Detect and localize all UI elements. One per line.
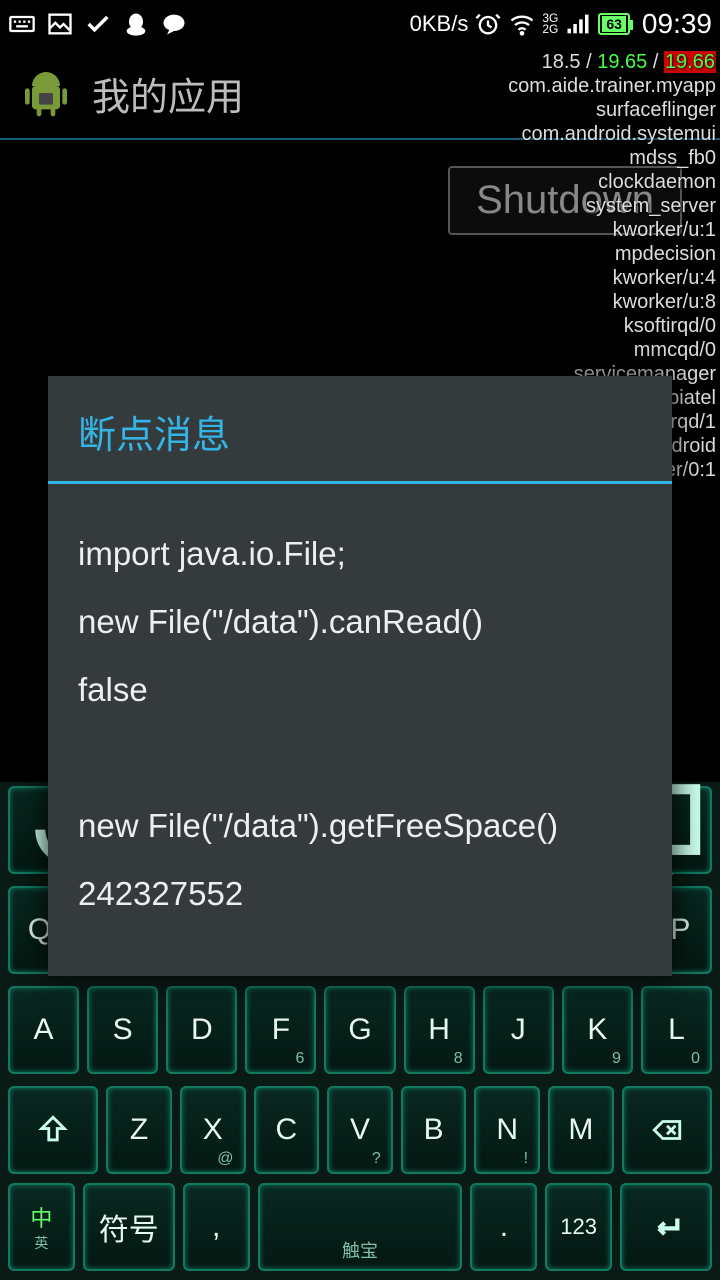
kb-num-key[interactable]: 123	[545, 1183, 612, 1271]
qq-icon	[122, 10, 150, 38]
proc-item: mmcqd/0	[508, 338, 716, 362]
kb-key-x[interactable]: X@	[180, 1086, 246, 1174]
proc-item: system_server	[508, 194, 716, 218]
dialog-line: new File("/data").canRead()	[78, 600, 642, 644]
app-title: 我的应用	[92, 66, 244, 121]
status-left	[8, 10, 188, 38]
kb-backspace-key[interactable]	[622, 1086, 712, 1174]
kb-key-v[interactable]: V?	[327, 1086, 393, 1174]
alarm-icon	[474, 10, 502, 38]
kb-key-l[interactable]: L0	[641, 986, 712, 1074]
kb-row-2: ASDF6GH8JK9L0	[0, 980, 720, 1080]
proc-item: com.aide.trainer.myapp	[508, 74, 716, 98]
dialog-line: new File("/data").getFreeSpace()	[78, 804, 642, 848]
dialog-title: 断点消息	[48, 376, 672, 481]
kb-comma-key[interactable]: ,	[183, 1183, 250, 1271]
android-icon	[18, 65, 74, 121]
proc-item: clockdaemon	[508, 170, 716, 194]
check-icon	[84, 10, 112, 38]
kb-row-3: ZX@CV?BN!M	[0, 1080, 720, 1180]
kb-key-b[interactable]: B	[401, 1086, 467, 1174]
kb-key-f[interactable]: F6	[245, 986, 316, 1074]
proc-item: kworker/u:8	[508, 290, 716, 314]
kb-key-a[interactable]: A	[8, 986, 79, 1074]
dialog-line: 242327552	[78, 872, 642, 916]
dialog-line: false	[78, 668, 642, 712]
network-label: 3G 2G	[542, 13, 558, 35]
kb-lang-key[interactable]: 中英	[8, 1183, 75, 1271]
kb-symbol-key[interactable]: 符号	[83, 1183, 175, 1271]
status-bar: 0KB/s 3G 2G 63 09:39	[0, 0, 720, 48]
kb-enter-key[interactable]	[620, 1183, 712, 1271]
dialog-separator	[48, 481, 672, 484]
proc-item: mdss_fb0	[508, 146, 716, 170]
image-icon	[46, 10, 74, 38]
wifi-icon	[508, 10, 536, 38]
kb-shift-key[interactable]	[8, 1086, 98, 1174]
dialog-line	[78, 736, 642, 780]
kb-key-j[interactable]: J	[483, 986, 554, 1074]
kb-period-key[interactable]: .	[470, 1183, 537, 1271]
proc-item: mpdecision	[508, 242, 716, 266]
proc-stats: 18.5 / 19.65 / 19.66	[508, 50, 716, 74]
dialog-line: import java.io.File;	[78, 532, 642, 576]
chat-icon	[160, 10, 188, 38]
kb-key-s[interactable]: S	[87, 986, 158, 1074]
status-right: 0KB/s 3G 2G 63 09:39	[410, 8, 712, 40]
proc-item: kworker/u:4	[508, 266, 716, 290]
kb-space-key[interactable]: 触宝	[258, 1183, 463, 1271]
kb-key-g[interactable]: G	[324, 986, 395, 1074]
keyboard-icon	[8, 10, 36, 38]
kb-key-m[interactable]: M	[548, 1086, 614, 1174]
signal-icon	[564, 10, 592, 38]
kb-key-h[interactable]: H8	[404, 986, 475, 1074]
kb-key-k[interactable]: K9	[562, 986, 633, 1074]
dialog-body: import java.io.File; new File("/data").ca…	[48, 494, 672, 976]
kb-key-d[interactable]: D	[166, 986, 237, 1074]
proc-item: com.android.systemui	[508, 122, 716, 146]
kb-key-n[interactable]: N!	[474, 1086, 540, 1174]
proc-item: surfaceflinger	[508, 98, 716, 122]
breakpoint-dialog[interactable]: 断点消息 import java.io.File; new File("/data…	[48, 376, 672, 976]
proc-item: ksoftirqd/0	[508, 314, 716, 338]
kb-key-z[interactable]: Z	[106, 1086, 172, 1174]
kb-row-4: 中英 符号 , 触宝 . 123	[0, 1180, 720, 1274]
battery-pct: 63	[602, 16, 626, 32]
kb-key-c[interactable]: C	[254, 1086, 320, 1174]
clock: 09:39	[642, 8, 712, 40]
proc-item: kworker/u:1	[508, 218, 716, 242]
battery-icon: 63	[598, 13, 630, 35]
net-speed: 0KB/s	[410, 11, 469, 37]
